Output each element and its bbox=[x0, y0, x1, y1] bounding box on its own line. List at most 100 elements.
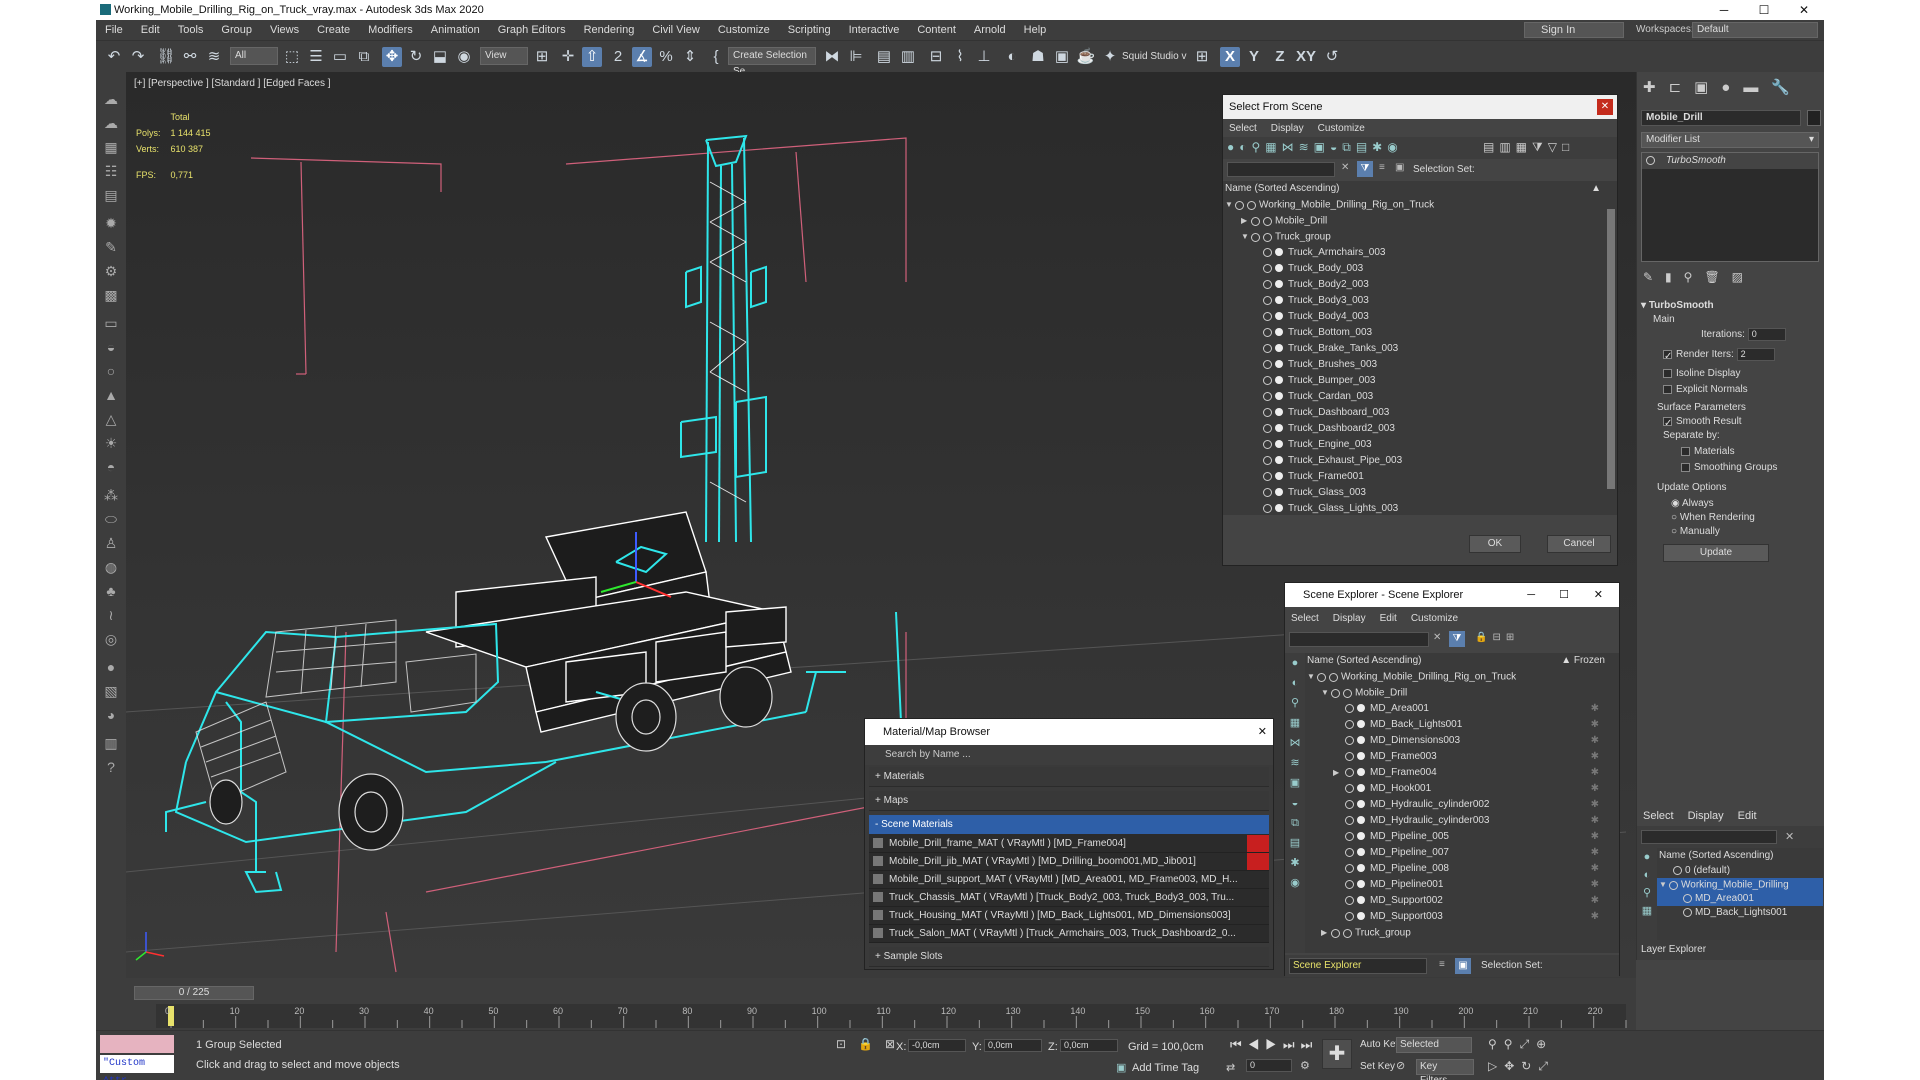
sphere-icon[interactable]: ◒ bbox=[100, 336, 122, 358]
material-row[interactable]: Truck_Salon_MAT ( VRayMtl ) [Truck_Armch… bbox=[869, 925, 1269, 943]
expand-icon[interactable]: ▶ bbox=[1321, 925, 1331, 941]
menu-rendering[interactable]: Rendering bbox=[575, 24, 644, 36]
always-radio[interactable]: ◉ Always bbox=[1671, 498, 1819, 512]
axis-z-button[interactable]: Z bbox=[1270, 47, 1290, 67]
scene-object-row[interactable]: MD_Support002 ✱ bbox=[1305, 893, 1619, 909]
angle-snap-icon[interactable]: ∡ bbox=[632, 47, 652, 67]
viewport-nav-icons-bottom[interactable]: ▷✥↻⤢ bbox=[1488, 1059, 1555, 1074]
material-row[interactable]: Truck_Housing_MAT ( VRayMtl ) [MD_Back_L… bbox=[869, 907, 1269, 925]
scene-object-row[interactable]: Truck_Body4_003 bbox=[1223, 309, 1617, 325]
tree-group-row[interactable]: ▼ Truck_group bbox=[1223, 229, 1617, 245]
expand-icon[interactable]: ▼ bbox=[1225, 197, 1235, 213]
explorer-menu-customize[interactable]: Customize bbox=[1411, 613, 1458, 624]
scene-object-row[interactable]: Truck_Body3_003 bbox=[1223, 293, 1617, 309]
expand-icon[interactable]: ▶ bbox=[1241, 213, 1251, 229]
axis-xy-button[interactable]: XY bbox=[1294, 47, 1318, 67]
freeze-icon[interactable]: ✱ bbox=[1591, 829, 1599, 845]
pyramid-icon[interactable]: △ bbox=[100, 408, 122, 430]
spinner-snap-icon[interactable]: ⇕ bbox=[680, 47, 700, 67]
menu-create[interactable]: Create bbox=[308, 24, 359, 36]
light-icon[interactable]: ✹ bbox=[100, 212, 122, 234]
scene-object-row[interactable]: Truck_Exhaust_Pipe_003 bbox=[1223, 453, 1617, 469]
freeze-icon[interactable]: ✱ bbox=[1591, 733, 1599, 749]
teapot-icon[interactable]: ☁ bbox=[100, 88, 122, 110]
menu-animation[interactable]: Animation bbox=[422, 24, 489, 36]
modifier-list-dropdown[interactable]: Modifier List ▾ bbox=[1641, 132, 1819, 148]
freeze-icon[interactable]: ✱ bbox=[1591, 845, 1599, 861]
freeze-hierarchy-icons[interactable]: 🔒⊟⊞ bbox=[1475, 632, 1519, 643]
layer-row[interactable]: MD_Area001 bbox=[1657, 892, 1823, 906]
axis-y-button[interactable]: Y bbox=[1244, 47, 1264, 67]
z-coord-field[interactable]: 0,0cm bbox=[1060, 1039, 1118, 1052]
category-maps[interactable]: + Maps bbox=[869, 791, 1269, 811]
layer-row[interactable]: 0 (default) bbox=[1657, 864, 1823, 878]
pivot-icon[interactable]: ⊞ bbox=[532, 47, 552, 67]
spin-icon[interactable]: ◎ bbox=[100, 628, 122, 650]
rect-region-icon[interactable]: ▭ bbox=[330, 47, 350, 67]
particles-icon[interactable]: ⁂ bbox=[100, 484, 122, 506]
menu-scripting[interactable]: Scripting bbox=[779, 24, 840, 36]
menu-customize[interactable]: Customize bbox=[709, 24, 779, 36]
tree-scrollbar[interactable] bbox=[1605, 197, 1617, 515]
bind-spacewarp-icon[interactable]: ≋ bbox=[204, 47, 224, 67]
freeze-icon[interactable]: ✱ bbox=[1591, 701, 1599, 717]
when-rendering-radio[interactable]: ○ When Rendering bbox=[1671, 512, 1819, 526]
keyboard-shortcut-icon[interactable]: ⇧ bbox=[582, 47, 602, 67]
explorer-search-input[interactable] bbox=[1289, 632, 1429, 647]
layer-menu-select[interactable]: Select bbox=[1643, 810, 1674, 822]
selset-icon[interactable]: ▣ bbox=[1455, 958, 1471, 974]
scene-explorer-icon[interactable]: ▤ bbox=[874, 47, 894, 67]
maximize-button[interactable]: ☐ bbox=[1744, 0, 1784, 20]
time-slider[interactable]: 0 / 225 bbox=[134, 986, 254, 1000]
sun-icon[interactable]: ☀ bbox=[100, 432, 122, 454]
grid-icon[interactable]: ⊞ bbox=[1192, 47, 1212, 67]
ref-coord-dropdown[interactable]: View bbox=[480, 47, 528, 65]
scene-object-row[interactable]: Truck_Cardan_003 bbox=[1223, 389, 1617, 405]
menu-content[interactable]: Content bbox=[908, 24, 965, 36]
place-icon[interactable]: ◉ bbox=[454, 47, 474, 67]
scene-object-row[interactable]: MD_Dimensions003 ✱ bbox=[1305, 733, 1619, 749]
layer-search-input[interactable] bbox=[1641, 830, 1777, 844]
y-coord-field[interactable]: 0,0cm bbox=[984, 1039, 1042, 1052]
circle-icon[interactable]: ○ bbox=[100, 360, 122, 382]
collapse-icon[interactable]: ▼ bbox=[1659, 878, 1669, 892]
freeze-icon[interactable]: ✱ bbox=[1591, 749, 1599, 765]
scene-object-row[interactable]: MD_Frame003 ✱ bbox=[1305, 749, 1619, 765]
plant-icon[interactable]: ♣ bbox=[100, 580, 122, 602]
time-config-icon[interactable]: ⚙ bbox=[1300, 1059, 1310, 1072]
pill-icon[interactable]: ⬭ bbox=[100, 508, 122, 530]
category-sample-slots[interactable]: + Sample Slots bbox=[869, 947, 1269, 967]
scene-object-row[interactable]: MD_Pipeline_005 ✱ bbox=[1305, 829, 1619, 845]
close-button[interactable]: ✕ bbox=[1594, 583, 1603, 607]
menu-views[interactable]: Views bbox=[261, 24, 308, 36]
menu-edit[interactable]: Edit bbox=[132, 24, 169, 36]
window-crossing-icon[interactable]: ⧉ bbox=[354, 47, 374, 67]
explorer-name-combo[interactable]: Scene Explorer bbox=[1289, 958, 1427, 974]
filter-type-icons[interactable]: ●◐⚲▦⋈≋▣◒⧉▤✱◉ bbox=[1227, 140, 1403, 155]
freeze-icon[interactable]: ✱ bbox=[1591, 909, 1599, 925]
layer-menu-display[interactable]: Display bbox=[1688, 810, 1724, 822]
clear-search-icon[interactable]: ✕ bbox=[1341, 162, 1349, 173]
manipulate-icon[interactable]: ✛ bbox=[558, 47, 578, 67]
layer-column-header[interactable]: Name (Sorted Ascending) bbox=[1657, 848, 1823, 864]
link-icon[interactable]: ⛓ bbox=[156, 47, 176, 67]
layer-side-icons[interactable]: ● ◐ ⚲ ▦ bbox=[1639, 848, 1655, 920]
command-tab-icons[interactable]: ✚⊏▣●▬🔧 bbox=[1643, 78, 1803, 96]
clear-search-icon[interactable]: ✕ bbox=[1785, 830, 1794, 843]
close-button[interactable]: ✕ bbox=[1784, 0, 1824, 20]
collapse-icon[interactable]: ▼ bbox=[1241, 229, 1251, 245]
gear-icon[interactable]: ⚙ bbox=[100, 260, 122, 282]
mirror-icon[interactable]: ⧓ bbox=[822, 47, 842, 67]
layer-row[interactable]: MD_Back_Lights001 bbox=[1657, 906, 1823, 920]
scene-object-row[interactable]: Truck_Glass_003 bbox=[1223, 485, 1617, 501]
set-key-button[interactable]: Set Key bbox=[1360, 1061, 1395, 1072]
scene-object-row[interactable]: MD_Pipeline_008 ✱ bbox=[1305, 861, 1619, 877]
frozen-column-header[interactable]: ▲ Frozen bbox=[1561, 653, 1605, 669]
smoothing-groups-checkbox[interactable] bbox=[1681, 462, 1690, 472]
cancel-button[interactable]: Cancel bbox=[1547, 535, 1611, 553]
object-name-field[interactable]: Mobile_Drill bbox=[1641, 110, 1801, 126]
select-rotate-icon[interactable]: ↻ bbox=[406, 47, 426, 67]
scene-object-row[interactable]: MD_Pipeline001 ✱ bbox=[1305, 877, 1619, 893]
freeze-icon[interactable]: ✱ bbox=[1591, 877, 1599, 893]
scene-object-row[interactable]: MD_Support003 ✱ bbox=[1305, 909, 1619, 925]
